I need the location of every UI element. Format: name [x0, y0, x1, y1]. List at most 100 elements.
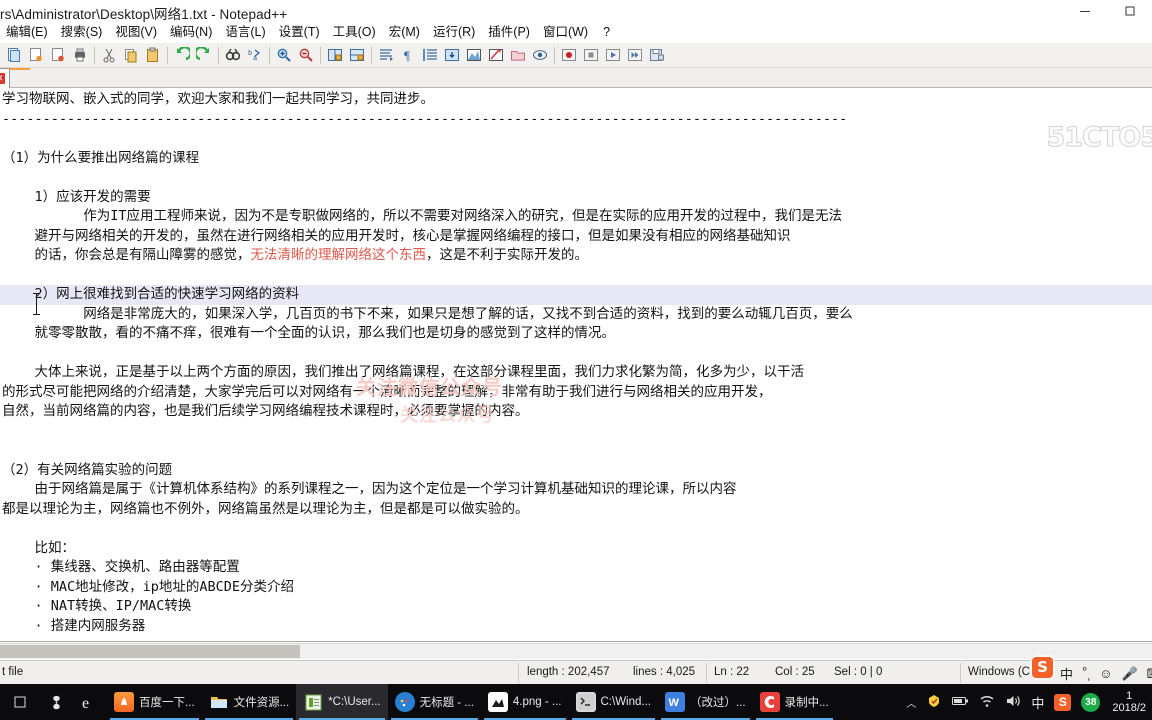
editor-line: 网络是非常庞大的，如果深入学，几百页的书下不来，如果只是想了解的话，又找不到合适…: [2, 305, 853, 322]
status-length: length : 202,457: [527, 666, 610, 678]
toolbar-separator: [371, 46, 372, 64]
clock[interactable]: 1 2018/2: [1110, 690, 1146, 714]
title-bar: rs\Administrator\Desktop\网络1.txt - Notep…: [0, 0, 1152, 22]
clock-date: 2018/2: [1112, 702, 1146, 714]
menu-search[interactable]: 搜索(S): [55, 23, 110, 42]
menu-plugins[interactable]: 插件(P): [482, 23, 537, 42]
ime-tray: 中 °, ☺ 🎤 ⌨: [1060, 664, 1152, 683]
ui-userdefine-icon[interactable]: [441, 44, 463, 66]
copy-icon[interactable]: [120, 44, 142, 66]
menu-language[interactable]: 语言(L): [219, 23, 272, 42]
doc-map-icon[interactable]: [463, 44, 485, 66]
menu-window[interactable]: 窗口(W): [537, 23, 595, 42]
editor-text-content[interactable]: 学习物联网、嵌入式的同学，欢迎大家和我们一起共同学习，共同进步。 --------…: [0, 88, 1152, 636]
open-file-icon[interactable]: [25, 44, 47, 66]
editor-line: 比如：: [2, 539, 76, 556]
new-file-icon[interactable]: [3, 44, 25, 66]
tab-network1-txt[interactable]: txt ✕: [0, 68, 11, 88]
taskview-icon: [12, 692, 32, 712]
menu-macro[interactable]: 宏(M): [383, 23, 427, 42]
taskbar-notepadpp[interactable]: *C:\User...: [296, 684, 388, 720]
camtasia-icon: [759, 692, 780, 712]
taskbar-paint[interactable]: 无标题 - ...: [388, 684, 481, 720]
pinwheel-icon: [46, 692, 66, 712]
sogou-logo-icon[interactable]: S: [1032, 657, 1053, 678]
indent-guide-icon[interactable]: [419, 44, 441, 66]
cut-icon[interactable]: [98, 44, 120, 66]
taskbar-baidu[interactable]: 百度一下...: [107, 684, 202, 720]
editor-line: 都是以理论为主，网络篇也不例外，网络篇虽然是以理论为主，但是都是可以做实验的。: [2, 500, 529, 517]
microphone-icon[interactable]: 🎤: [1122, 666, 1138, 682]
smiley-icon[interactable]: ☺: [1099, 666, 1112, 681]
macro-stop-icon[interactable]: [580, 44, 602, 66]
status-col: Col : 25: [775, 666, 815, 678]
macro-record-icon[interactable]: [558, 44, 580, 66]
editor-line: 作为IT应用工程师来说，因为不是专职做网络的，所以不需要对网络深入的研究，但是在…: [2, 208, 843, 224]
notification-badge[interactable]: 38: [1081, 692, 1101, 712]
task-view-button[interactable]: [0, 684, 39, 720]
clock-time: 1: [1126, 690, 1133, 702]
text-editor-area[interactable]: 51CTO5 学习物联网、嵌入式的同学，欢迎大家和我们一起共同学习，共同进步。 -…: [0, 88, 1152, 642]
editor-line: · MAC地址修改，ip地址的ABCDE分类介绍: [2, 578, 295, 595]
menu-encoding[interactable]: 编码(N): [164, 23, 219, 42]
monitor-icon[interactable]: [529, 44, 551, 66]
zoom-in-icon[interactable]: [273, 44, 295, 66]
maximize-button[interactable]: [1107, 0, 1152, 22]
editor-line: 的话，你会总是有隔山障雾的感觉，无法清晰的理解网络这个东西，这是不利于实际开发的…: [2, 247, 589, 263]
menu-tools[interactable]: 工具(O): [327, 23, 383, 42]
horizontal-scrollbar-thumb[interactable]: [0, 645, 300, 658]
menu-edit[interactable]: 编辑(E): [0, 23, 55, 42]
taskbar-cmd[interactable]: C:\Wind...: [569, 684, 658, 720]
close-icon[interactable]: ✕: [0, 73, 6, 84]
folder-workspace-icon[interactable]: [507, 44, 529, 66]
battery-icon[interactable]: [952, 695, 969, 710]
taskbar-label: 录制中...: [784, 697, 829, 709]
safety-icon[interactable]: [926, 693, 942, 712]
save-file-icon[interactable]: [47, 44, 69, 66]
minimize-button[interactable]: [1062, 0, 1107, 22]
undo-icon[interactable]: [171, 44, 193, 66]
sync-scroll-h-icon[interactable]: [346, 44, 368, 66]
lang-cn-icon[interactable]: 中: [1060, 664, 1073, 683]
status-sel: Sel : 0 | 0: [834, 666, 883, 678]
sync-scroll-v-icon[interactable]: [324, 44, 346, 66]
system-tray: ︿ 中 S 38 1 2018/2: [906, 684, 1152, 720]
zoom-out-icon[interactable]: [295, 44, 317, 66]
internet-explorer-button[interactable]: e: [73, 684, 107, 720]
cortana-button[interactable]: [39, 684, 73, 720]
macro-playmulti-icon[interactable]: [624, 44, 646, 66]
editor-line: 学习物联网、嵌入式的同学，欢迎大家和我们一起共同学习，共同进步。: [2, 91, 434, 107]
menu-view[interactable]: 视图(V): [109, 23, 164, 42]
redo-icon[interactable]: [193, 44, 215, 66]
taskbar-label: *C:\User...: [328, 696, 381, 708]
word-wrap-icon[interactable]: [375, 44, 397, 66]
taskbar-camtasia[interactable]: 录制中...: [753, 684, 836, 720]
menu-run[interactable]: 运行(R): [427, 23, 482, 42]
ime-lang-icon[interactable]: 中: [1031, 693, 1044, 712]
menu-settings[interactable]: 设置(T): [273, 23, 327, 42]
editor-line: · 集线器、交换机、路由器等配置: [2, 559, 240, 575]
taskbar-photos[interactable]: 4.png - ...: [481, 684, 569, 720]
dot-icon[interactable]: °,: [1082, 664, 1090, 683]
menu-help[interactable]: ?: [595, 23, 617, 42]
show-all-chars-icon[interactable]: ¶: [397, 44, 419, 66]
replace-icon[interactable]: ba: [244, 44, 266, 66]
find-icon[interactable]: [222, 44, 244, 66]
sogou-pinyin-icon[interactable]: S: [1054, 693, 1072, 711]
show-hidden-icons-icon[interactable]: ︿: [906, 695, 916, 710]
taskbar-wps[interactable]: W （改过）...: [658, 684, 753, 720]
horizontal-scrollbar[interactable]: [0, 643, 1152, 659]
status-divider: [706, 663, 707, 683]
editor-line: 避开与网络相关的开发的，虽然在进行网络相关的应用开发时，核心是掌握网络编程的接口…: [2, 227, 791, 244]
macro-play-icon[interactable]: [602, 44, 624, 66]
print-icon[interactable]: [69, 44, 91, 66]
svg-text:a: a: [253, 55, 257, 63]
volume-icon[interactable]: [1005, 694, 1021, 711]
wifi-icon[interactable]: [979, 694, 995, 711]
macro-save-icon[interactable]: [646, 44, 668, 66]
editor-line: 2）网上很难找到合适的快速学习网络的资料: [0, 285, 1152, 305]
taskbar-explorer[interactable]: 文件资源...: [202, 684, 297, 720]
keyboard-icon[interactable]: ⌨: [1147, 666, 1152, 682]
function-list-icon[interactable]: [485, 44, 507, 66]
paste-icon[interactable]: [142, 44, 164, 66]
